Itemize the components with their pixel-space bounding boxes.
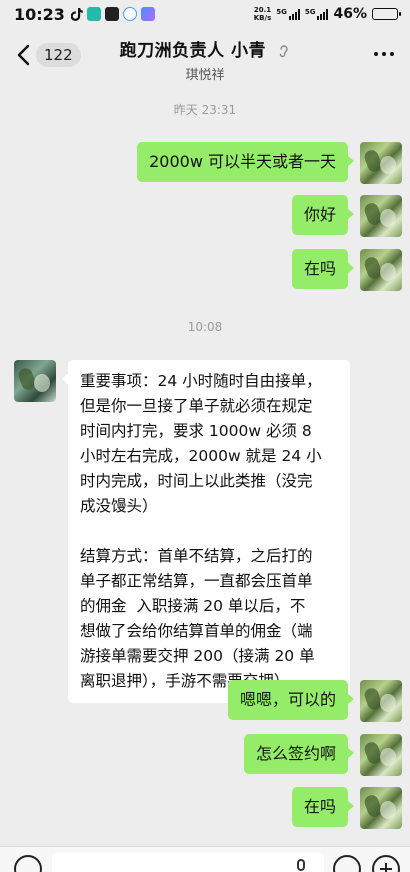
more-options-icon[interactable] bbox=[374, 52, 394, 56]
tiktok-icon bbox=[70, 8, 83, 21]
my-avatar[interactable] bbox=[360, 680, 402, 722]
net-speed-unit: KB/s bbox=[253, 14, 272, 22]
sim1-label: 5G bbox=[276, 7, 287, 16]
sim2-label: 5G bbox=[304, 7, 316, 16]
timestamp: 昨天 23:31 bbox=[173, 103, 237, 117]
message-input[interactable] bbox=[52, 853, 324, 872]
app-icon-4 bbox=[140, 7, 155, 21]
signal-icon-sim1: 5G bbox=[276, 7, 300, 20]
message-bubble-sent[interactable]: 在吗 bbox=[291, 249, 355, 289]
chat-subtitle: 琪悦祥 bbox=[185, 68, 225, 83]
chat-title-row: 跑刀洲负责人 小青 bbox=[0, 36, 410, 61]
app-icon-1 bbox=[86, 7, 101, 21]
message-bubble-sent[interactable]: 嗯嗯，可以的 bbox=[227, 680, 355, 720]
my-avatar[interactable] bbox=[360, 142, 402, 184]
net-speed: 20.1 KB/s bbox=[254, 6, 271, 22]
status-time: 10:23 bbox=[14, 4, 65, 24]
battery-icon bbox=[372, 8, 401, 20]
contact-avatar[interactable] bbox=[14, 360, 56, 402]
input-bar bbox=[0, 846, 410, 872]
signal-icon-sim2: 5G bbox=[304, 7, 329, 20]
emoji-icon[interactable] bbox=[333, 855, 361, 872]
status-app-icons bbox=[70, 7, 155, 21]
my-avatar[interactable] bbox=[360, 195, 402, 237]
voice-input-icon[interactable] bbox=[14, 855, 42, 872]
message-bubble-received[interactable]: 重要事项：24 小时随时自由接单， 但是你一旦接了单子就必须在规定 时间内打完，… bbox=[62, 360, 350, 703]
my-avatar[interactable] bbox=[360, 787, 402, 829]
message-bubble-sent[interactable]: 2000w 可以半天或者一天 bbox=[137, 142, 354, 182]
app-icon-2 bbox=[104, 7, 119, 21]
my-avatar[interactable] bbox=[360, 249, 402, 291]
chat-header: 122 跑刀洲负责人 小青 琪悦祥 bbox=[0, 34, 410, 83]
message-bubble-sent[interactable]: 怎么签约啊 bbox=[243, 734, 355, 774]
message-bubble-sent[interactable]: 在吗 bbox=[291, 787, 355, 827]
timestamp: 10:08 bbox=[187, 320, 223, 334]
earpiece-mode-icon bbox=[280, 45, 289, 58]
message-bubble-sent[interactable]: 你好 bbox=[291, 195, 355, 235]
app-icon-3 bbox=[122, 7, 137, 21]
plus-icon[interactable] bbox=[372, 855, 400, 872]
my-avatar[interactable] bbox=[360, 734, 402, 776]
net-speed-value: 20.1 bbox=[253, 6, 272, 14]
microphone-icon[interactable] bbox=[297, 859, 305, 871]
status-bar: 10:23 20.1 KB/s 5G 5G 46% bbox=[0, 0, 410, 28]
battery-percent: 46% bbox=[333, 6, 367, 22]
chat-title: 跑刀洲负责人 小青 bbox=[119, 41, 266, 61]
